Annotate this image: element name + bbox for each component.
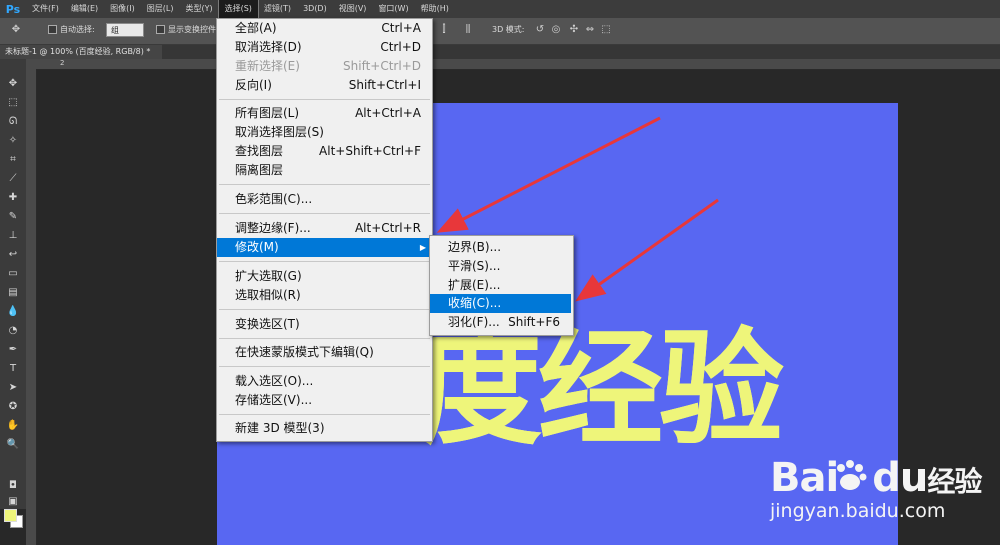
photoshop-window: Ps 文件(F) 编辑(E) 图像(I) 图层(L) 类型(Y) 选择(S) 滤… [0,0,1000,545]
menu-item-grow[interactable]: 扩大选取(G) [217,267,432,286]
submenu-item-smooth[interactable]: 平滑(S)... [430,257,571,276]
select-menu-dropdown: 全部(A) Ctrl+A 取消选择(D) Ctrl+D 重新选择(E) Shift+C… [216,18,433,442]
menu-separator [219,338,430,339]
submenu-item-contract[interactable]: 收缩(C)... [430,294,571,313]
menu-item-inverse[interactable]: 反向(I) Shift+Ctrl+I [217,76,432,95]
menu-item-refine-edge[interactable]: 调整边缘(F)... Alt+Ctrl+R [217,219,432,238]
menu-item-reselect: 重新选择(E) Shift+Ctrl+D [235,59,421,73]
submenu-item-border[interactable]: 边界(B)... [430,238,571,257]
arrow-to-modify [436,116,661,233]
menu-item-transform-selection[interactable]: 变换选区(T) [217,315,432,334]
menu-separator [219,99,430,100]
menu-item-save-selection[interactable]: 存储选区(V)... [217,391,432,410]
menu-separator [219,414,430,415]
menu-item-deselect-layers[interactable]: 取消选择图层(S) [217,123,432,142]
menu-item-deselect[interactable]: 取消选择(D) Ctrl+D [217,38,432,57]
menu-item-modify[interactable]: 修改(M) ▶ [217,238,432,257]
menu-separator [219,309,430,310]
menu-separator [219,184,430,185]
menu-item-load-selection[interactable]: 载入选区(O)... [217,372,432,391]
menu-item-select-all[interactable]: 全部(A) Ctrl+A [217,19,432,38]
menu-separator [219,213,430,214]
menu-item-color-range[interactable]: 色彩范围(C)... [217,190,432,209]
menu-separator [219,366,430,367]
modify-submenu: 边界(B)... 平滑(S)... 扩展(E)... 收缩(C)... 羽化(F… [429,235,574,336]
submenu-item-feather[interactable]: 羽化(F)... Shift+F6 [430,313,571,332]
menu-item-all-layers[interactable]: 所有图层(L) Alt+Ctrl+A [217,104,432,123]
menu-item-isolate-layers[interactable]: 隔离图层 [217,161,432,180]
submenu-arrow-icon: ▶ [419,243,426,252]
menu-item-quick-mask[interactable]: 在快速蒙版模式下编辑(Q) [217,343,432,362]
menu-item-new-3d-model[interactable]: 新建 3D 模型(3) [217,419,432,438]
submenu-item-expand[interactable]: 扩展(E)... [430,276,571,295]
menu-item-find-layers[interactable]: 查找图层 Alt+Shift+Ctrl+F [217,142,432,161]
menu-separator [219,261,430,262]
menu-item-similar[interactable]: 选取相似(R) [217,286,432,305]
arrow-to-contract [575,198,719,302]
